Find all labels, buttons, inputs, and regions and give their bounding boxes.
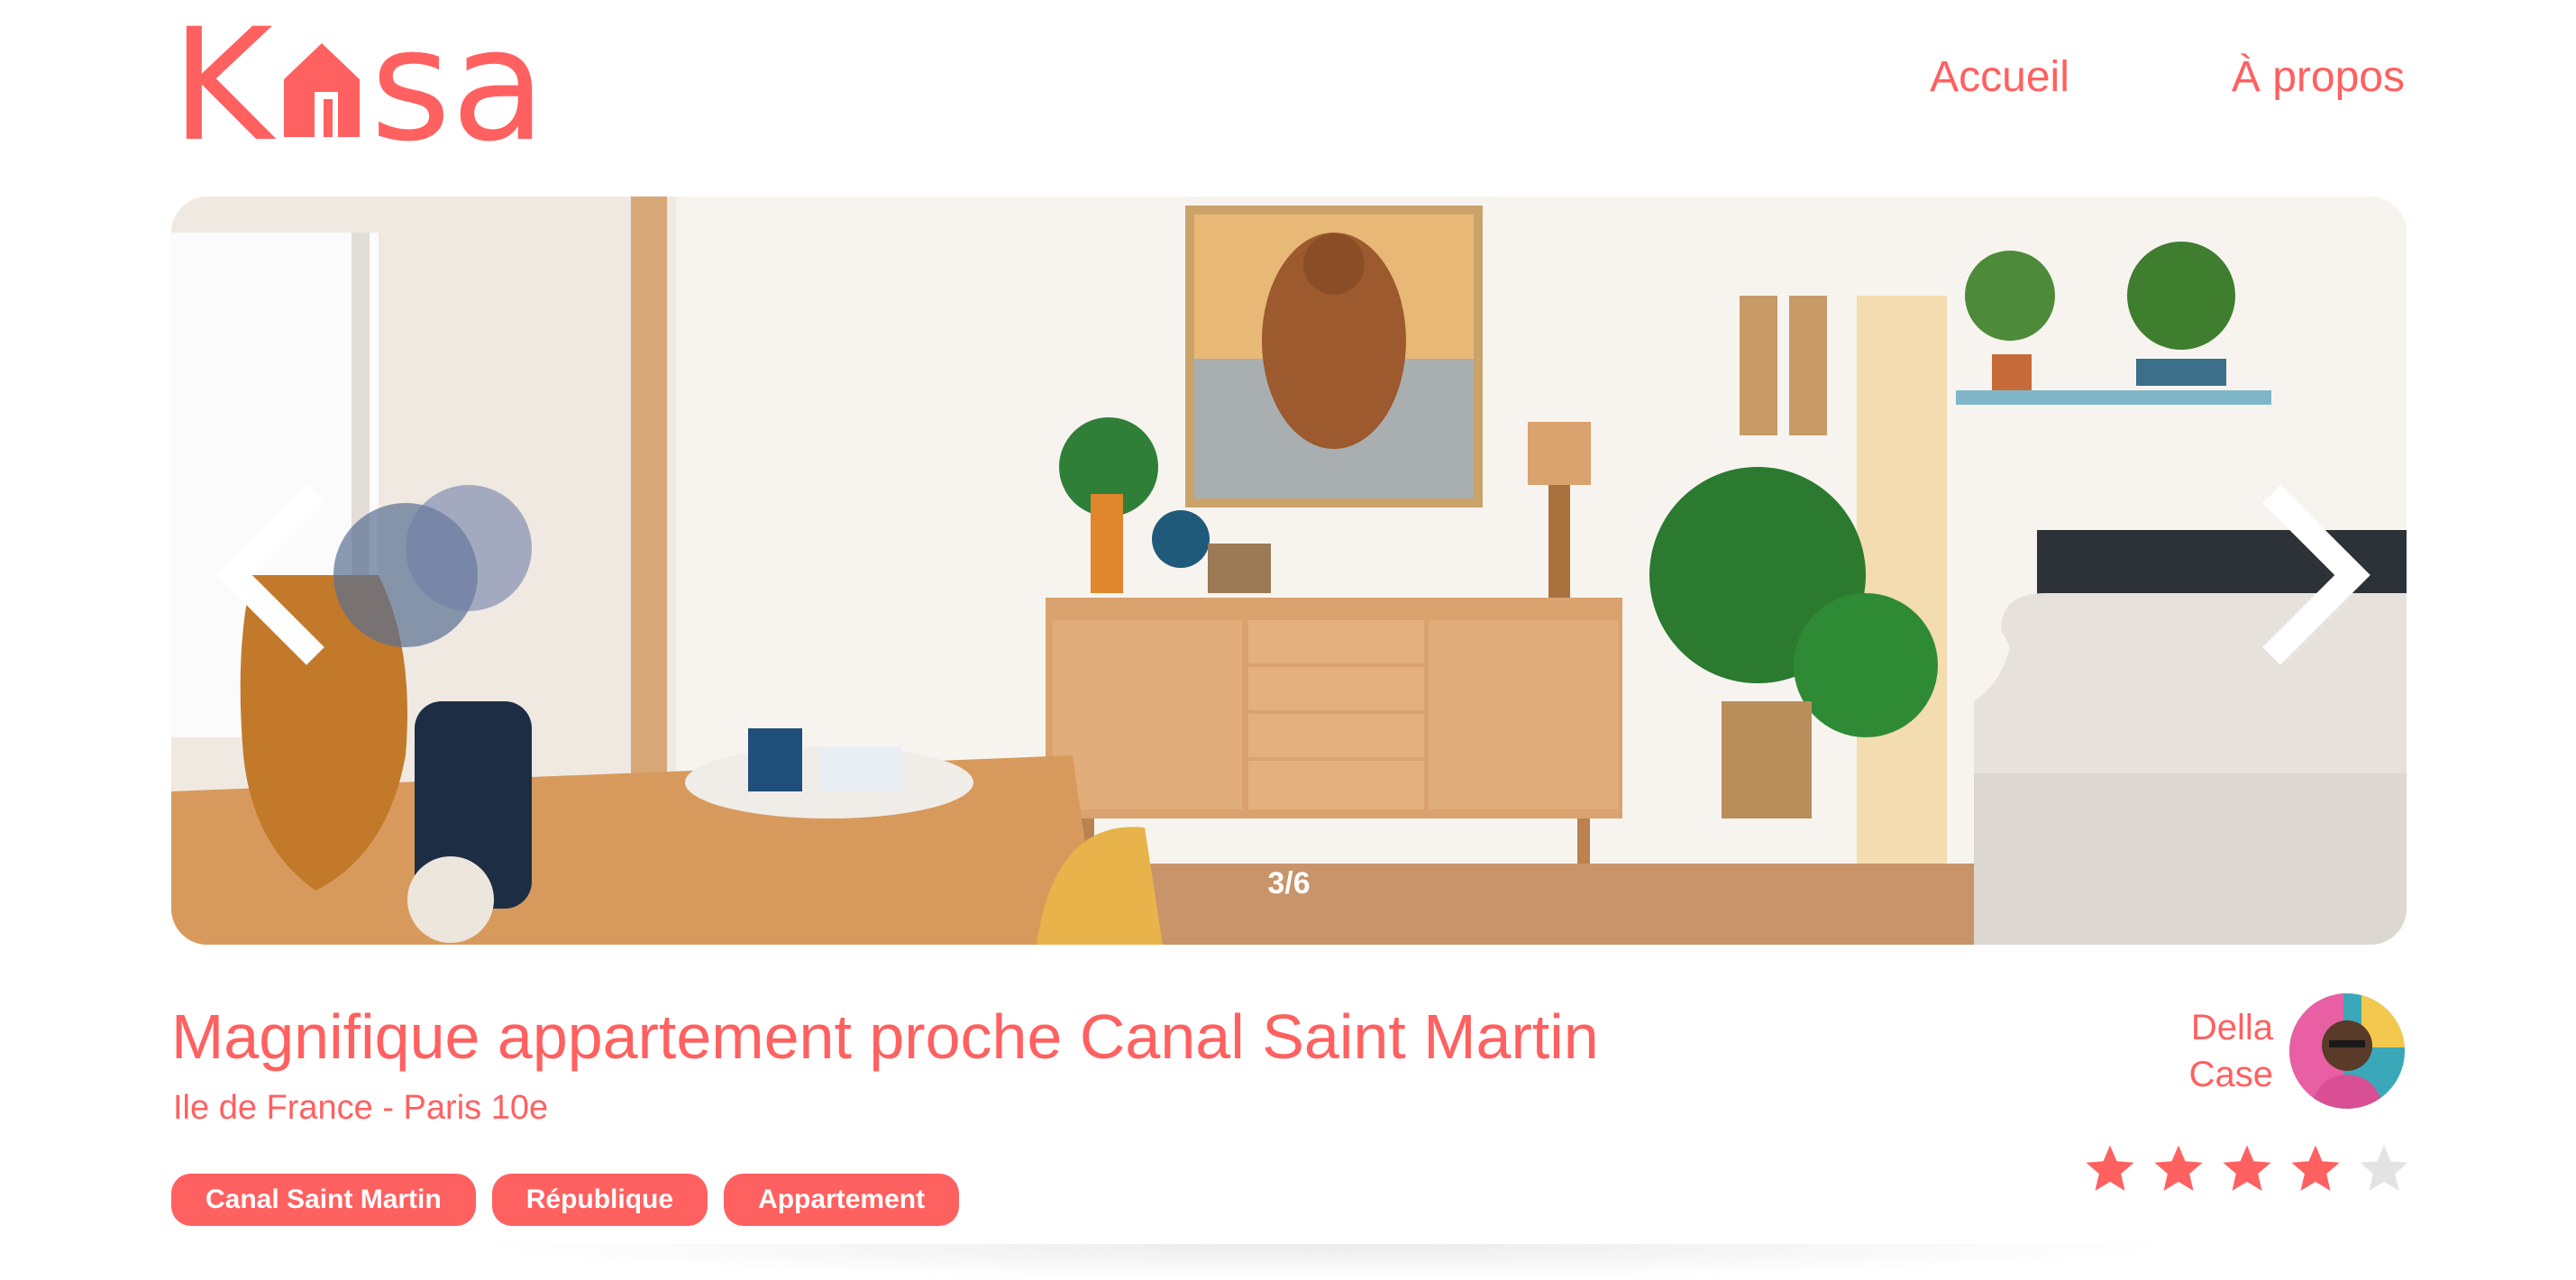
section-divider-shadow <box>469 1244 2181 1280</box>
tag: Canal Saint Martin <box>171 1174 476 1226</box>
tag: Appartement <box>724 1174 960 1226</box>
star-filled-icon <box>2086 1145 2134 1192</box>
tag: République <box>491 1174 708 1226</box>
logo-letter-a: a <box>451 0 546 176</box>
star-empty-icon <box>2360 1145 2408 1192</box>
listing-photo <box>171 197 2407 945</box>
host-last-name: Case <box>2188 1055 2273 1094</box>
listing-title: Magnifique appartement proche Canal Sain… <box>171 1001 1599 1072</box>
nav-link-about[interactable]: À propos <box>2232 52 2405 102</box>
gallery-counter: 3/6 <box>1267 866 1311 901</box>
listing-location: Ile de France - Paris 10e <box>173 1089 549 1127</box>
chevron-right-icon[interactable] <box>2244 485 2389 665</box>
kasa-logo[interactable]: K s a <box>171 8 559 163</box>
avatar <box>2289 993 2405 1109</box>
chevron-left-icon[interactable] <box>198 485 343 665</box>
host-info: Della Case <box>2189 993 2405 1109</box>
rating-stars <box>2082 1141 2412 1197</box>
star-filled-icon <box>2154 1145 2203 1192</box>
tag-list: Canal Saint Martin République Appartemen… <box>171 1174 960 1226</box>
photo-carousel: 3/6 <box>171 197 2407 945</box>
star-filled-icon <box>2291 1145 2340 1192</box>
kasa-logo-house-icon <box>283 43 360 137</box>
logo-letter-s: s <box>370 0 452 176</box>
main-nav: Accueil À propos <box>1930 52 2405 102</box>
logo-letter-k: K <box>171 0 273 176</box>
host-first-name: Della <box>2190 1008 2273 1047</box>
header: K s a Accueil À propos <box>0 0 2576 180</box>
host-name: Della Case <box>2189 1004 2273 1098</box>
nav-link-home[interactable]: Accueil <box>1930 52 2069 102</box>
star-filled-icon <box>2223 1145 2271 1192</box>
